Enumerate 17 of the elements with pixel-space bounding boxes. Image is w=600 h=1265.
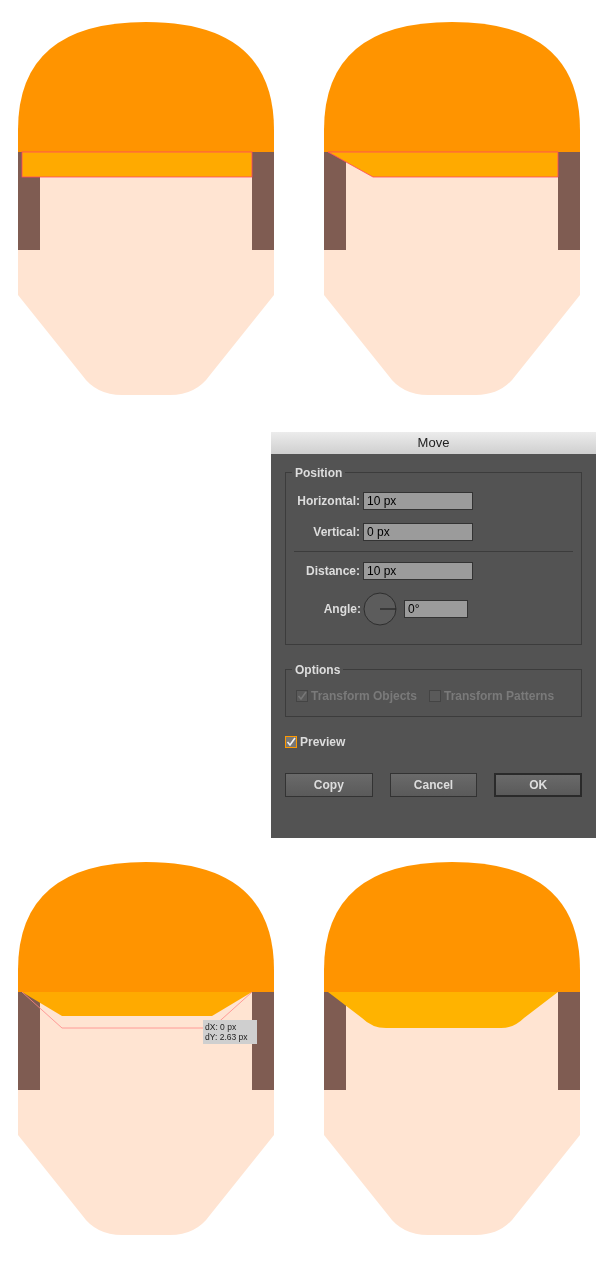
tooltip-text: dX: 0 px xyxy=(205,1022,237,1032)
dialog-button[interactable]: Copy xyxy=(285,773,373,797)
tooltip-text: dY: 2.63 px xyxy=(205,1032,248,1042)
input-field[interactable]: 0 px xyxy=(363,523,473,541)
checkbox-label: Preview xyxy=(300,734,346,751)
input-field[interactable]: 0° xyxy=(404,600,468,618)
field-label: Horizontal: xyxy=(296,493,361,510)
window-title: Move xyxy=(417,434,450,453)
field-label: Angle: xyxy=(322,601,362,618)
field-label: Vertical: xyxy=(312,524,361,541)
dialog-button[interactable]: OK xyxy=(494,773,582,797)
input-field[interactable]: 10 px xyxy=(363,562,473,580)
dialog-button[interactable]: Cancel xyxy=(389,773,478,797)
field-label: Distance: xyxy=(304,563,361,580)
input-field[interactable]: 10 px xyxy=(363,492,473,510)
checkbox[interactable] xyxy=(285,736,297,748)
angle-dial[interactable] xyxy=(363,592,397,626)
